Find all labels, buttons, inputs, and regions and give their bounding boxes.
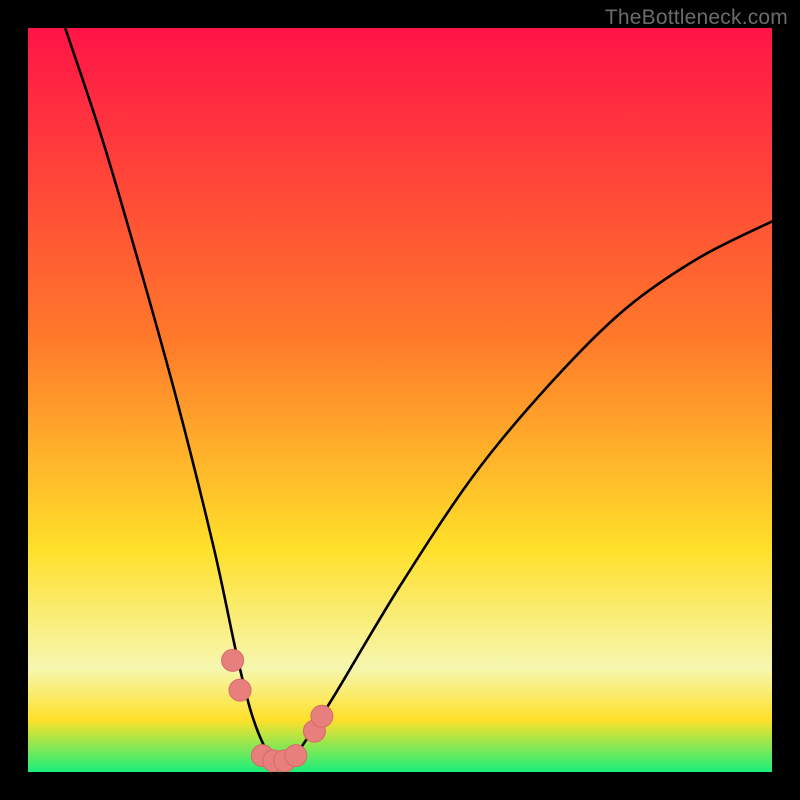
plot-area — [28, 28, 772, 772]
curve-marker — [311, 705, 333, 727]
curve-marker — [222, 649, 244, 671]
curve-marker — [285, 745, 307, 767]
watermark-text: TheBottleneck.com — [605, 6, 788, 30]
chart-svg — [28, 28, 772, 772]
chart-frame: TheBottleneck.com — [0, 0, 800, 800]
gradient-background — [28, 28, 772, 772]
curve-marker — [229, 679, 251, 701]
